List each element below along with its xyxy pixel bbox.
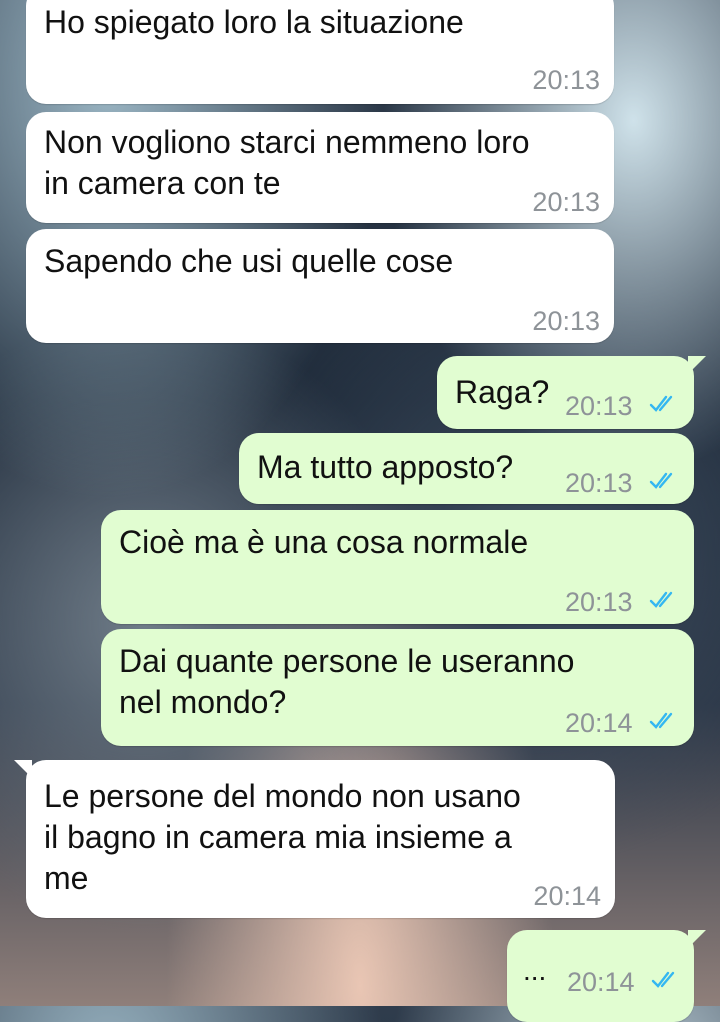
bubble-tail: [688, 356, 706, 374]
message-bubble-outgoing[interactable]: Raga? 20:13: [437, 356, 706, 429]
message-bubble-outgoing[interactable]: Ma tutto apposto? 20:13: [239, 433, 694, 504]
double-check-icon: [649, 395, 673, 412]
message-text: Non vogliono starci nemmeno loro in came…: [44, 124, 530, 201]
message-bubble-incoming[interactable]: Sapendo che usi quelle cose 20:13: [26, 229, 614, 343]
double-check-icon: [651, 971, 675, 988]
bubble-tail: [14, 760, 32, 778]
message-timestamp: 20:14: [533, 881, 601, 911]
message-bubble-outgoing[interactable]: Cioè ma è una cosa normale 20:13: [101, 510, 694, 624]
double-check-icon: [649, 472, 673, 489]
message-timestamp: 20:13: [532, 306, 600, 336]
message-timestamp: 20:13: [532, 187, 600, 217]
double-check-icon: [649, 712, 673, 729]
message-bubble-outgoing[interactable]: ... 20:14: [507, 930, 706, 1022]
message-timestamp: 20:13: [565, 391, 633, 421]
message-text: Le persone del mondo non usano il bagno …: [44, 778, 521, 896]
message-bubble-incoming[interactable]: Non vogliono starci nemmeno loro in came…: [26, 112, 614, 223]
message-bubble-incoming[interactable]: Ho spiegato loro la situazione 20:13: [26, 0, 614, 104]
message-timestamp: 20:13: [565, 587, 633, 617]
message-text: Sapendo che usi quelle cose: [44, 243, 454, 279]
message-bubble-outgoing[interactable]: Dai quante persone le useranno nel mondo…: [101, 629, 694, 746]
message-text: ...: [523, 955, 547, 986]
bubble-tail: [688, 930, 706, 948]
message-text: Dai quante persone le useranno nel mondo…: [119, 643, 575, 720]
message-timestamp: 20:13: [565, 468, 633, 498]
double-check-icon: [649, 591, 673, 608]
message-text: Ma tutto apposto?: [257, 449, 514, 485]
message-bubble-incoming[interactable]: Le persone del mondo non usano il bagno …: [14, 760, 615, 918]
message-timestamp: 20:13: [532, 65, 600, 95]
message-timestamp: 20:14: [565, 708, 633, 738]
message-text: Raga?: [455, 374, 550, 410]
message-timestamp: 20:14: [567, 967, 635, 997]
message-text: Ho spiegato loro la situazione: [44, 4, 464, 40]
message-text: Cioè ma è una cosa normale: [119, 524, 529, 560]
